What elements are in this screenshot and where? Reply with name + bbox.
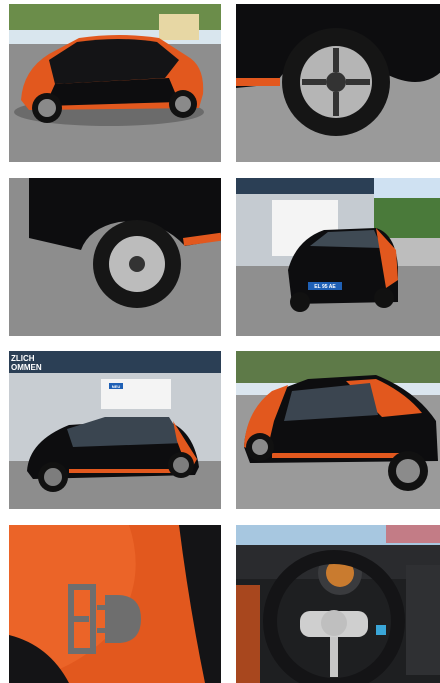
gallery-photo-2[interactable]: [236, 4, 440, 162]
dealer-sign-line1: ZLICH: [11, 354, 35, 363]
electric-logo-panel-photo: [9, 525, 221, 683]
interior-steering-wheel-photo: [236, 525, 440, 683]
gallery-photo-5[interactable]: ZLICH OMMEN NEU: [9, 351, 221, 509]
dealer-badge-text: NEU: [112, 384, 121, 389]
car-side-houses-photo: [236, 351, 440, 509]
car-front-dealership-photo: EL 95 AE: [236, 178, 440, 336]
dealer-sign-line2: OMMEN: [11, 363, 42, 372]
gallery-photo-3[interactable]: [9, 178, 221, 336]
rear-wheel-dent-photo: [9, 178, 221, 336]
front-wheel-closeup-photo: [236, 4, 440, 162]
car-side-dealership-photo: ZLICH OMMEN NEU: [9, 351, 221, 509]
license-plate-text: EL 95 AE: [314, 284, 336, 290]
gallery-photo-8[interactable]: [236, 525, 440, 683]
gallery-photo-7[interactable]: [9, 525, 221, 683]
gallery-photo-1[interactable]: [9, 4, 221, 162]
car-rear-exterior-photo: [9, 4, 221, 162]
gallery-photo-6[interactable]: [236, 351, 440, 509]
gallery-photo-4[interactable]: EL 95 AE: [236, 178, 440, 336]
